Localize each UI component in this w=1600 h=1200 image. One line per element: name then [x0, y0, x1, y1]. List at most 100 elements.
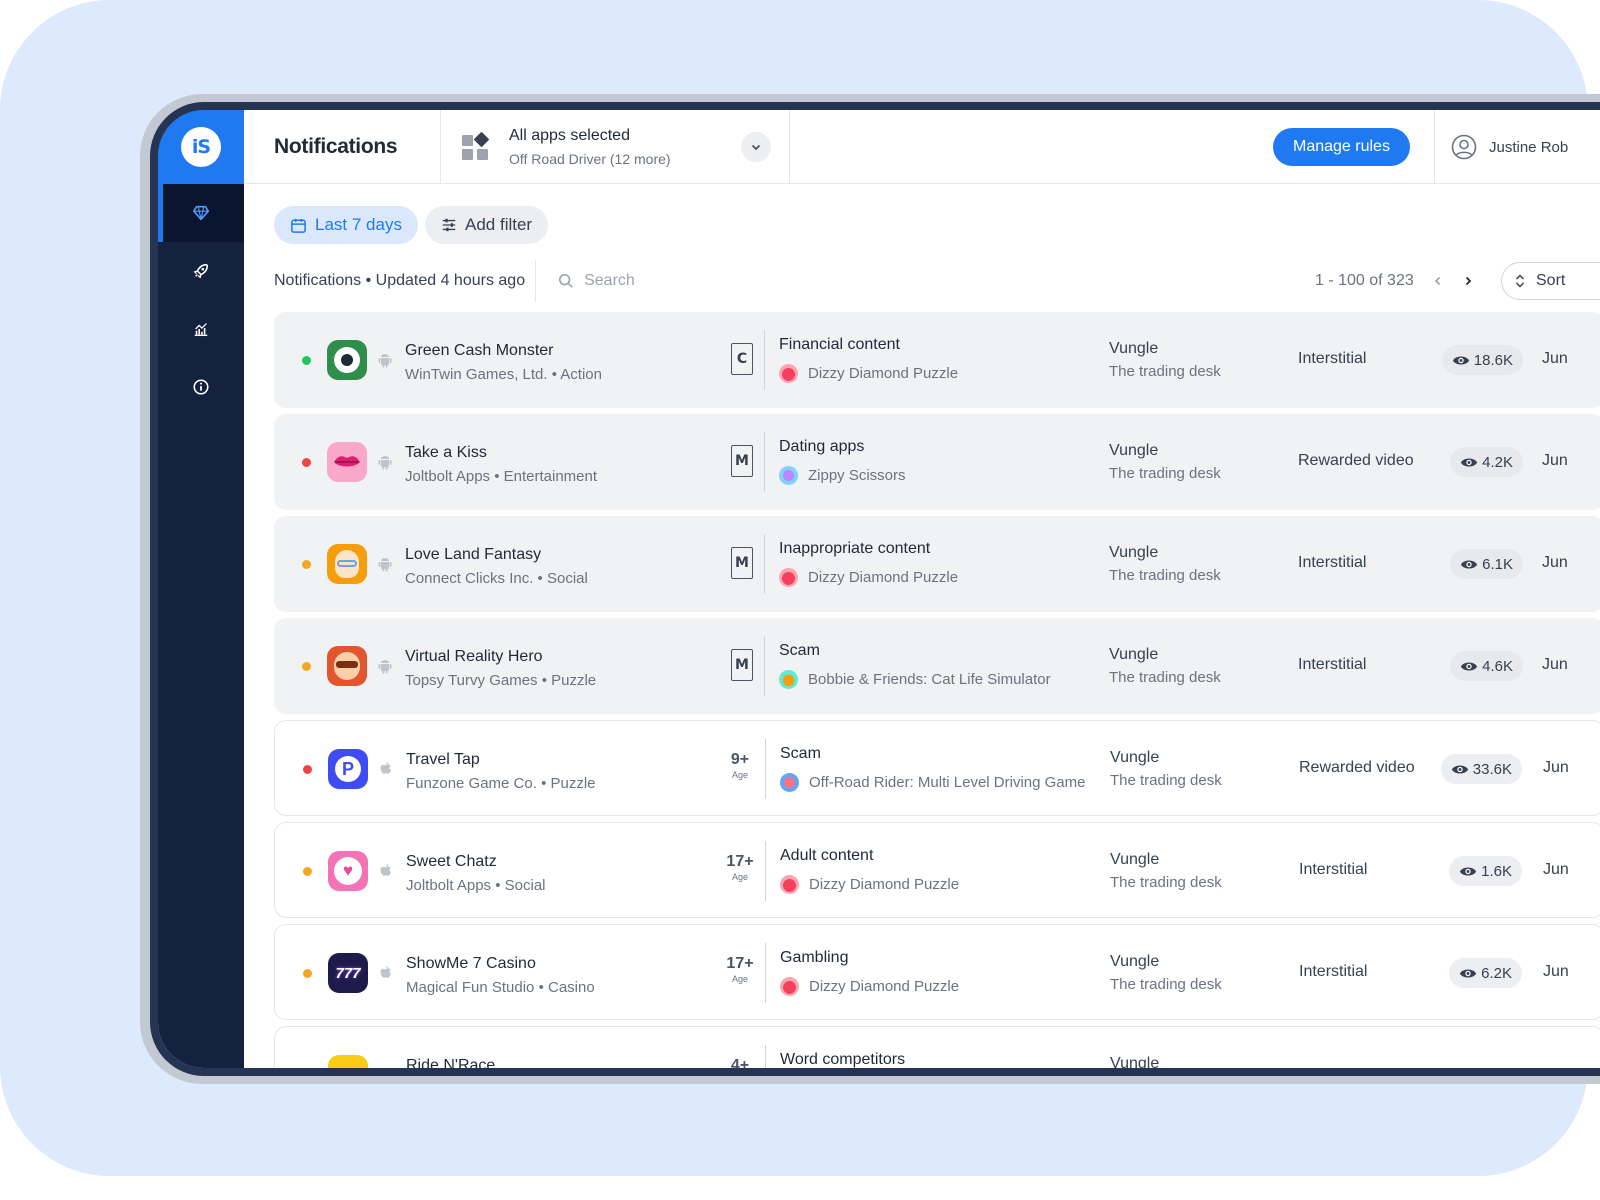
app-name[interactable]: Sweet Chatz — [406, 853, 497, 871]
source-app-name: Dizzy Diamond Puzzle — [809, 876, 960, 893]
app-selector-toggle[interactable] — [741, 132, 771, 162]
app-selector[interactable]: All apps selected Off Road Driver (12 mo… — [440, 110, 790, 184]
nav-item-analytics[interactable] — [158, 300, 244, 358]
notification-row[interactable]: ♥ Sweet Chatz Joltbolt Apps • Social 17+… — [274, 822, 1600, 918]
views-count: 4.2K — [1482, 453, 1513, 471]
notification-date: Jun — [1543, 759, 1569, 776]
manage-rules-button[interactable]: Manage rules — [1273, 128, 1410, 166]
date-range-label: Last 7 days — [315, 215, 402, 234]
notification-date: Jun — [1543, 963, 1569, 980]
apple-icon — [379, 863, 393, 879]
ad-type: Interstitial — [1299, 963, 1368, 980]
previous-page-icon[interactable] — [1432, 275, 1444, 287]
violation-category: Inappropriate content — [779, 540, 931, 557]
age-rating-value: 17+ — [726, 853, 754, 870]
column-divider — [765, 943, 766, 1003]
violation-category: Financial content — [779, 336, 900, 353]
notification-row[interactable]: Ride N'Race 4+ Word competitors Vungle — [274, 1026, 1600, 1068]
notification-row[interactable]: Take a Kiss Joltbolt Apps • Entertainmen… — [274, 414, 1600, 510]
diamond-puzzle-icon — [779, 568, 798, 587]
nav-item-info[interactable] — [158, 358, 244, 416]
top-header: Notifications All apps selected Off Road… — [244, 110, 1600, 184]
nav-item-diamond[interactable] — [158, 184, 244, 242]
app-name[interactable]: Ride N'Race — [406, 1057, 495, 1068]
notification-row[interactable]: Love Land Fantasy Connect Clicks Inc. • … — [274, 516, 1600, 612]
eye-icon — [1461, 661, 1478, 671]
column-divider — [764, 330, 765, 390]
ad-type: Interstitial — [1298, 350, 1367, 367]
ad-network: Vungle — [1109, 442, 1159, 459]
user-avatar-icon — [1451, 134, 1477, 160]
android-icon — [378, 556, 392, 572]
notification-date: Jun — [1543, 861, 1569, 878]
status-dot — [303, 867, 312, 876]
date-range-chip[interactable]: Last 7 days — [274, 206, 418, 244]
add-filter-chip[interactable]: Add filter — [425, 206, 549, 244]
column-divider — [764, 534, 765, 594]
status-dot — [302, 662, 311, 671]
eye-icon — [1460, 866, 1477, 876]
trading-desk: The trading desk — [1110, 772, 1222, 789]
search-icon — [559, 273, 573, 288]
search-placeholder: Search — [584, 272, 635, 289]
source-app: Dizzy Diamond Puzzle — [779, 568, 958, 587]
logo-box[interactable]: iS — [158, 110, 244, 184]
notification-date: Jun — [1542, 452, 1568, 469]
source-app: Dizzy Diamond Puzzle — [779, 364, 958, 383]
search-input[interactable]: Search — [558, 272, 635, 290]
heart-chat-icon: ♥ — [328, 851, 368, 891]
scissors-icon — [779, 466, 798, 485]
source-app: Zippy Scissors — [779, 466, 906, 485]
content-rating-letter: M — [735, 555, 749, 571]
filter-sliders-icon — [442, 218, 456, 232]
app-name[interactable]: Green Cash Monster — [405, 342, 554, 360]
nav-item-rocket[interactable] — [158, 242, 244, 300]
app-name[interactable]: Virtual Reality Hero — [405, 648, 543, 666]
ad-type: Interstitial — [1299, 861, 1368, 878]
views-badge: 18.6K — [1441, 345, 1523, 375]
app-publisher: Joltbolt Apps • Social — [406, 877, 546, 894]
notification-row[interactable]: 777 ShowMe 7 Casino Magical Fun Studio •… — [274, 924, 1600, 1020]
app-name[interactable]: Take a Kiss — [405, 444, 487, 462]
age-rating-value: 17+ — [726, 955, 754, 972]
source-app-name: Dizzy Diamond Puzzle — [808, 569, 959, 586]
apple-icon — [379, 761, 393, 777]
trading-desk: The trading desk — [1109, 669, 1221, 686]
sort-button[interactable]: Sort — [1501, 262, 1600, 300]
notification-row[interactable]: P Travel Tap Funzone Game Co. • Puzzle 9… — [274, 720, 1600, 816]
source-app-name: Dizzy Diamond Puzzle — [809, 978, 960, 995]
source-app-name: Dizzy Diamond Puzzle — [808, 365, 959, 382]
updated-status: Notifications • Updated 4 hours ago — [274, 260, 537, 302]
next-page-icon[interactable] — [1462, 275, 1474, 287]
trading-desk: The trading desk — [1109, 465, 1221, 482]
notification-row[interactable]: Green Cash Monster WinTwin Games, Ltd. •… — [274, 312, 1600, 408]
views-count: 6.1K — [1482, 555, 1513, 573]
app-name[interactable]: Travel Tap — [406, 751, 480, 769]
age-rating: 9+ Age — [718, 751, 762, 780]
ad-network: Vungle — [1109, 340, 1159, 357]
age-rating: 17+ Age — [718, 853, 762, 882]
notification-list: Green Cash Monster WinTwin Games, Ltd. •… — [274, 312, 1600, 1068]
diamond-puzzle-icon — [780, 977, 799, 996]
trading-desk: The trading desk — [1109, 363, 1221, 380]
content-rating-icon: M — [731, 649, 753, 681]
user-menu[interactable]: Justine Rob — [1434, 110, 1568, 184]
age-rating: 17+ Age — [718, 955, 762, 984]
notification-row[interactable]: Virtual Reality Hero Topsy Turvy Games •… — [274, 618, 1600, 714]
apple-icon — [379, 965, 393, 981]
content-rating-letter: M — [735, 657, 749, 673]
age-rating: 4+ — [718, 1057, 762, 1068]
ad-network: Vungle — [1110, 851, 1160, 868]
android-icon — [378, 352, 392, 368]
notification-date: Jun — [1542, 350, 1568, 367]
sort-icon — [1515, 274, 1525, 288]
trading-desk: The trading desk — [1110, 874, 1222, 891]
app-name[interactable]: Love Land Fantasy — [405, 546, 541, 564]
monster-icon — [327, 340, 367, 380]
app-publisher: Magical Fun Studio • Casino — [406, 979, 595, 996]
views-count: 18.6K — [1473, 351, 1513, 369]
column-divider — [765, 841, 766, 901]
app-name[interactable]: ShowMe 7 Casino — [406, 955, 536, 973]
source-app-name: Bobbie & Friends: Cat Life Simulator — [808, 671, 1051, 688]
age-rating-value: 4+ — [730, 1057, 750, 1068]
